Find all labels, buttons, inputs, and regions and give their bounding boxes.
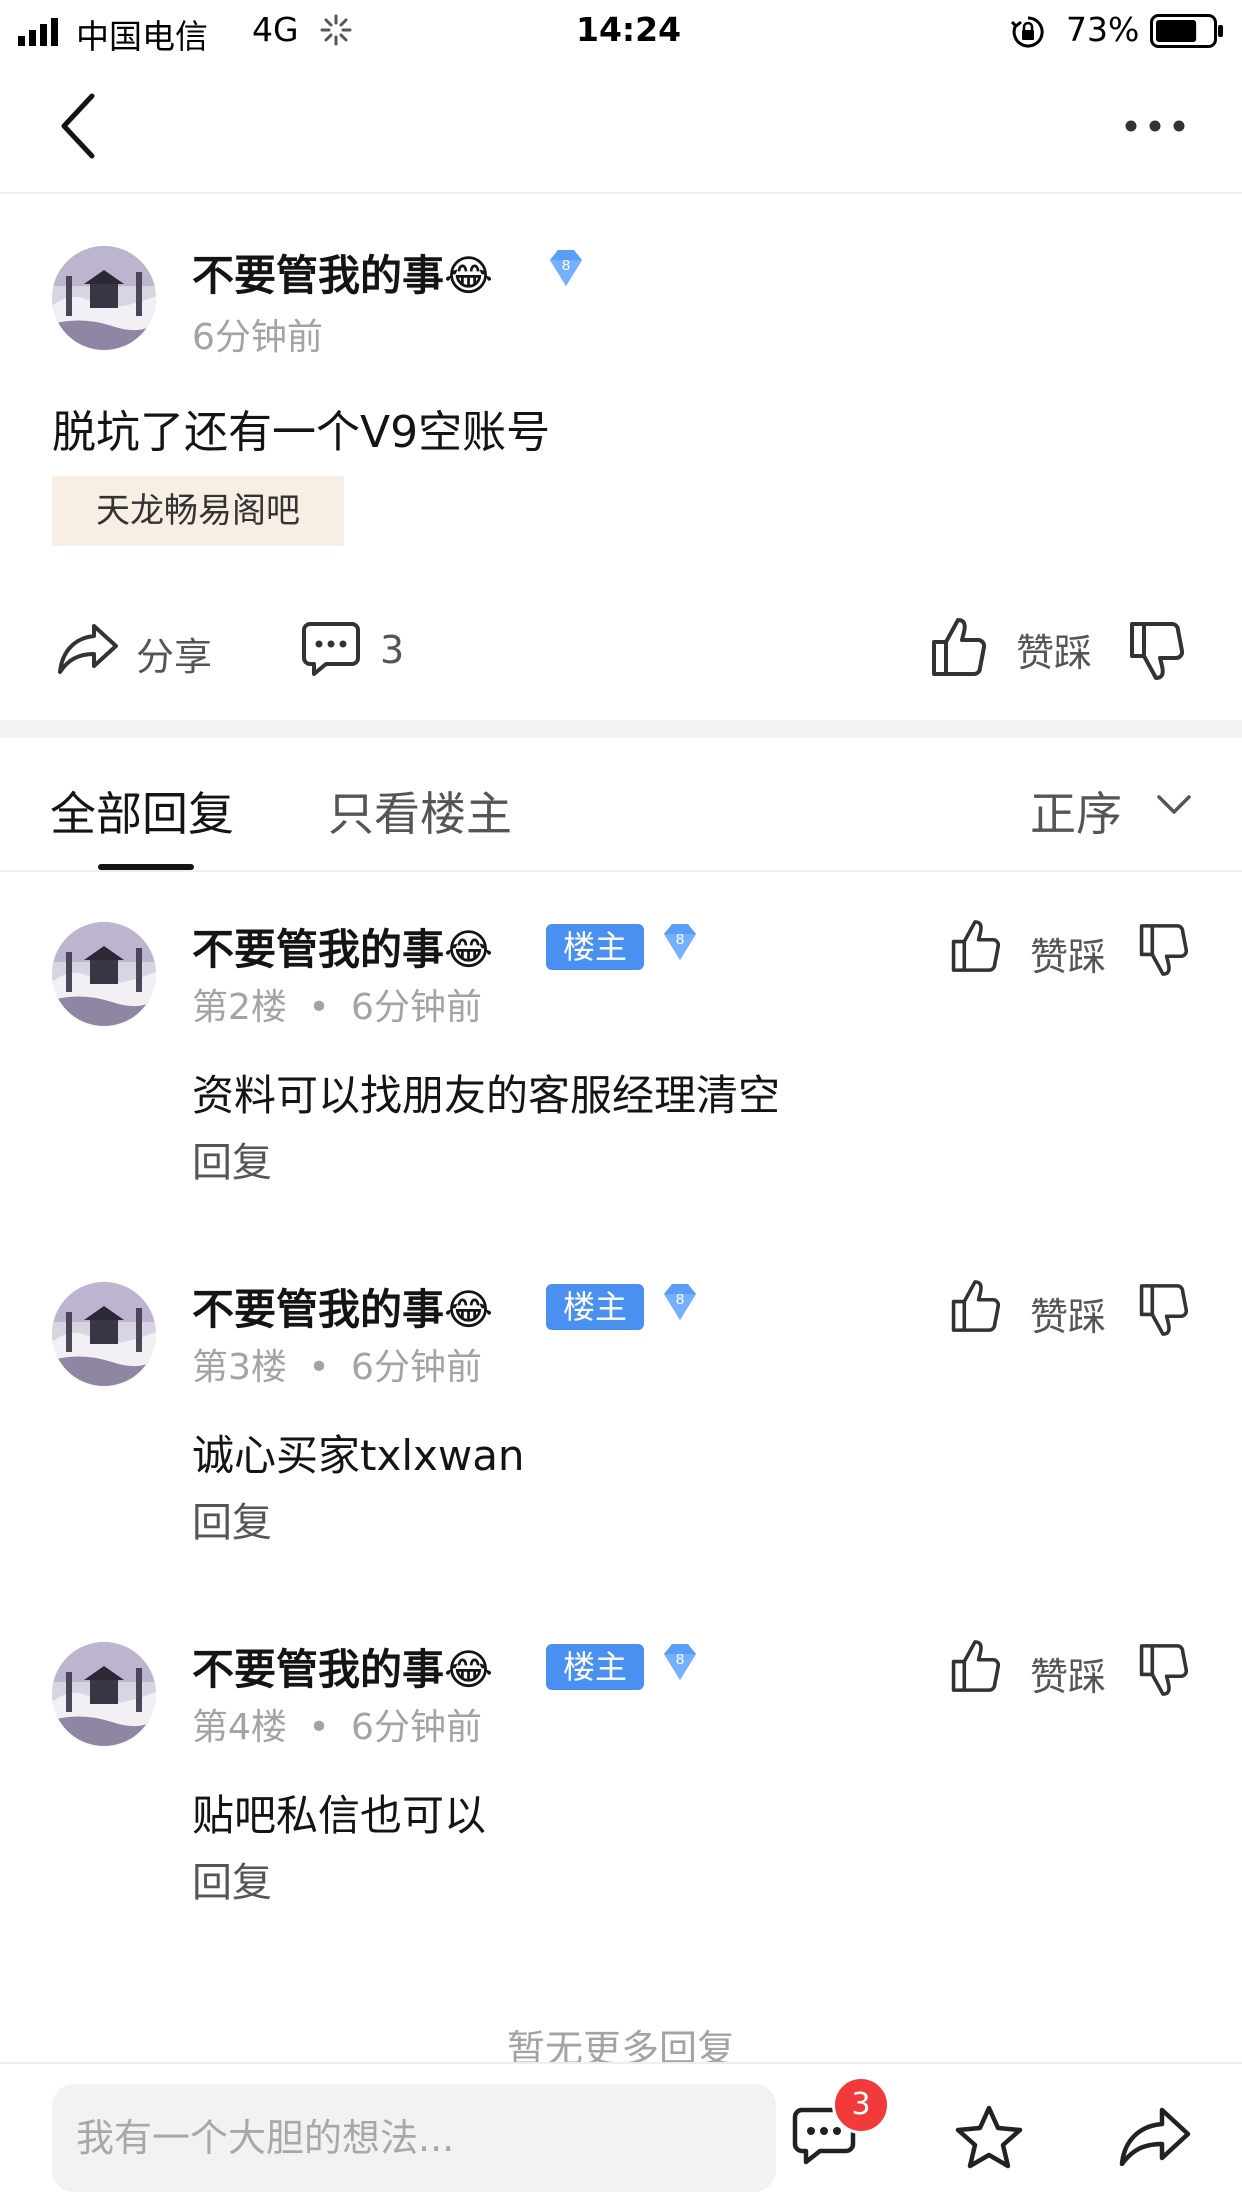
reply-author[interactable]: 不要管我的事😂 [192, 1276, 493, 1337]
post-content: 脱坑了还有一个V9空账号 [52, 407, 551, 458]
thumbs-up-icon[interactable] [950, 1638, 1000, 1694]
level-number: 8 [562, 257, 570, 274]
post-author[interactable]: 不要管我的事😂 [192, 242, 493, 303]
reply-button[interactable]: 回复 [192, 1850, 272, 1908]
reply-content: 贴吧私信也可以 [192, 1791, 487, 1840]
sort-dropdown[interactable]: 正序 [1030, 778, 1122, 844]
owner-badge: 楼主 [546, 924, 644, 970]
more-icon[interactable] [1124, 118, 1186, 134]
avatar[interactable] [52, 1282, 156, 1386]
reply-button[interactable]: 回复 [192, 1130, 272, 1188]
rotation-lock-icon [1010, 14, 1046, 54]
thumbs-up-icon[interactable] [930, 616, 986, 678]
chevron-down-icon[interactable] [1156, 794, 1192, 816]
reply-time: 6分钟前 [351, 1707, 482, 1748]
clock: 14:24 [576, 10, 682, 49]
post-time: 6分钟前 [192, 317, 323, 358]
floor-number: 第3楼 [192, 1347, 287, 1388]
level-diamond-icon: 8 [656, 1640, 704, 1692]
reply-author[interactable]: 不要管我的事😂 [192, 916, 493, 977]
level-diamond-icon: 8 [542, 246, 590, 298]
reply-author[interactable]: 不要管我的事😂 [192, 1636, 493, 1697]
share-icon[interactable] [1118, 2106, 1192, 2166]
reply-input[interactable]: 我有一个大胆的想法... [52, 2084, 776, 2192]
message-badge: 3 [832, 2076, 890, 2134]
owner-badge: 楼主 [546, 1284, 644, 1330]
tab-owner-only[interactable]: 只看楼主 [328, 778, 512, 844]
network-label: 4G [252, 10, 299, 49]
comment-count: 3 [380, 628, 405, 672]
thumbs-up-icon[interactable] [950, 918, 1000, 974]
tab-all-replies[interactable]: 全部回复 [50, 778, 234, 844]
level-diamond-icon: 8 [656, 1280, 704, 1332]
section-divider [0, 720, 1242, 738]
reply-meta: 第2楼 • 6分钟前 [192, 987, 482, 1028]
floor-number: 第4楼 [192, 1707, 287, 1748]
thumbs-up-icon[interactable] [950, 1278, 1000, 1334]
avatar[interactable] [52, 1642, 156, 1746]
reply-content: 资料可以找朋友的客服经理清空 [192, 1071, 781, 1120]
signal-icon [18, 18, 66, 50]
level-number: 8 [676, 931, 684, 948]
share-icon[interactable] [56, 620, 120, 676]
bottom-bar: 我有一个大胆的想法... 3 [0, 2062, 1242, 2210]
star-icon[interactable] [954, 2104, 1024, 2170]
forum-tag[interactable]: 天龙畅易阁吧 [52, 476, 344, 546]
level-diamond-icon: 8 [656, 920, 704, 972]
thumbs-down-icon[interactable] [1138, 1642, 1188, 1698]
reply-meta: 第4楼 • 6分钟前 [192, 1707, 482, 1748]
status-bar: 中国电信 4G 14:24 73% [0, 0, 1242, 62]
battery-percent: 73% [1066, 10, 1140, 49]
vote-label: 赞踩 [1016, 631, 1093, 675]
thumbs-down-icon[interactable] [1138, 1282, 1188, 1338]
vote-label: 赞踩 [1030, 1295, 1107, 1339]
loading-icon [320, 14, 352, 50]
reply-meta: 第3楼 • 6分钟前 [192, 1347, 482, 1388]
reply-button[interactable]: 回复 [192, 1490, 272, 1548]
thumbs-down-icon[interactable] [1128, 620, 1184, 682]
thumbs-down-icon[interactable] [1138, 922, 1188, 978]
level-number: 8 [676, 1651, 684, 1668]
vote-label: 赞踩 [1030, 1655, 1107, 1699]
battery-icon [1150, 14, 1224, 52]
tabs-divider [0, 870, 1242, 872]
owner-badge: 楼主 [546, 1644, 644, 1690]
reply-time: 6分钟前 [351, 987, 482, 1028]
avatar[interactable] [52, 246, 156, 350]
back-icon[interactable] [56, 92, 100, 160]
carrier-label: 中国电信 [76, 17, 208, 56]
floor-number: 第2楼 [192, 987, 287, 1028]
share-label[interactable]: 分享 [136, 626, 212, 681]
level-number: 8 [676, 1291, 684, 1308]
comment-icon[interactable] [302, 620, 360, 678]
nav-bar [0, 62, 1242, 194]
avatar[interactable] [52, 922, 156, 1026]
reply-time: 6分钟前 [351, 1347, 482, 1388]
reply-content: 诚心买家txlxwan [192, 1431, 525, 1480]
vote-label: 赞踩 [1030, 935, 1107, 979]
